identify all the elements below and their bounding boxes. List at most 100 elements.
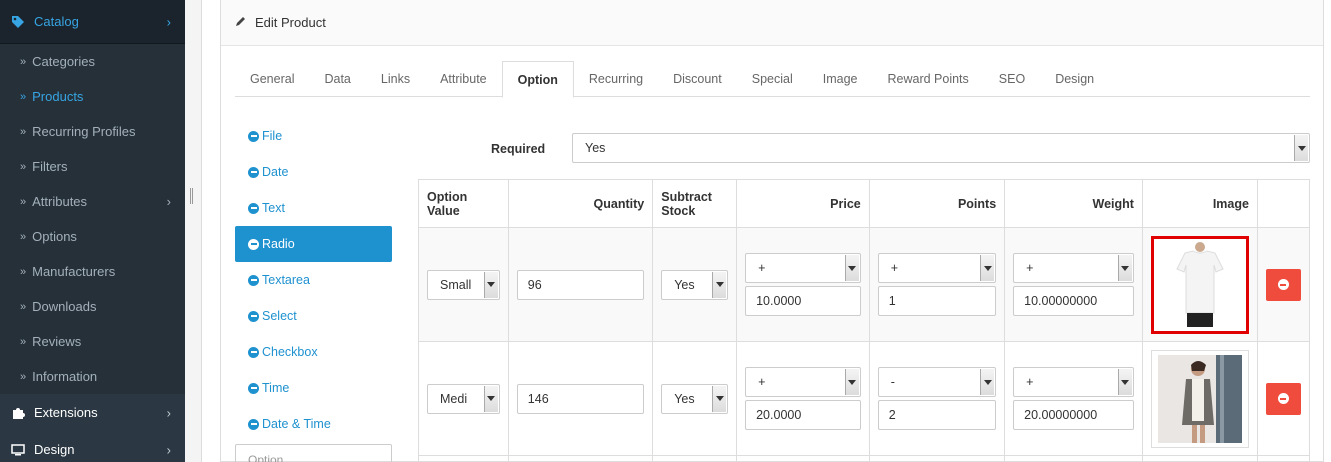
option-autocomplete-input[interactable]: Option bbox=[235, 444, 392, 462]
points-input[interactable]: 1 bbox=[877, 286, 997, 316]
minus-circle-icon[interactable] bbox=[248, 310, 259, 322]
weight-prefix-select[interactable]: + bbox=[1013, 253, 1134, 283]
chevron-right-icon: › bbox=[166, 194, 171, 209]
minus-circle-icon[interactable] bbox=[248, 418, 259, 430]
points-prefix-select[interactable]: + bbox=[877, 253, 997, 283]
required-label: Required bbox=[491, 142, 546, 156]
price-prefix-select[interactable]: + bbox=[745, 253, 861, 283]
option-item-label: Textarea bbox=[262, 273, 310, 287]
subtract-stock-select-value: Yes bbox=[674, 277, 695, 292]
sidebar-item-reviews[interactable]: » Reviews bbox=[0, 324, 185, 359]
minus-circle-icon[interactable] bbox=[248, 238, 259, 250]
option-item-select[interactable]: Select bbox=[235, 298, 392, 334]
sidebar-item-categories[interactable]: » Categories bbox=[0, 44, 185, 79]
tab-reward-points[interactable]: Reward Points bbox=[872, 61, 983, 97]
option-item-checkbox[interactable]: Checkbox bbox=[235, 334, 392, 370]
weight-prefix-select[interactable]: + bbox=[1013, 367, 1134, 397]
col-price: Price bbox=[736, 179, 870, 228]
minus-circle-icon bbox=[1277, 279, 1289, 290]
option-image-thumbnail[interactable] bbox=[1150, 349, 1249, 448]
minus-circle-icon[interactable] bbox=[248, 166, 259, 178]
subtract-stock-select[interactable]: Yes bbox=[661, 383, 729, 414]
option-value-select[interactable]: Small bbox=[427, 269, 500, 300]
remove-row-button[interactable] bbox=[1265, 382, 1301, 415]
option-item-text[interactable]: Text bbox=[235, 190, 392, 226]
option-item-radio[interactable]: Radio bbox=[235, 226, 392, 262]
subtract-stock-select-value: Yes bbox=[674, 391, 695, 406]
panel-heading: Edit Product bbox=[221, 0, 1323, 46]
quantity-input[interactable]: 96 bbox=[516, 269, 645, 300]
sidebar-item-options[interactable]: » Options bbox=[0, 219, 185, 254]
weight-input[interactable]: 10.00000000 bbox=[1013, 286, 1134, 316]
option-list: File Date Text Radio Textarea Select Che… bbox=[235, 118, 392, 462]
sidebar-item-information[interactable]: » Information bbox=[0, 359, 185, 394]
tab-links[interactable]: Links bbox=[366, 61, 425, 97]
minus-circle-icon[interactable] bbox=[248, 382, 259, 394]
double-arrow-icon: » bbox=[20, 335, 27, 348]
sidebar-item-label: Reviews bbox=[32, 334, 82, 349]
table-row bbox=[418, 455, 1311, 462]
remove-row-button[interactable] bbox=[1265, 268, 1301, 301]
col-weight: Weight bbox=[1004, 179, 1143, 228]
points-prefix-select-value: + bbox=[890, 261, 899, 275]
double-arrow-icon: » bbox=[20, 55, 27, 68]
option-value-table: Option Value Quantity Subtract Stock Pri… bbox=[418, 179, 1311, 462]
sidebar-item-manufacturers[interactable]: » Manufacturers bbox=[0, 254, 185, 289]
option-item-label: Time bbox=[262, 381, 290, 395]
nav-design[interactable]: Design › bbox=[0, 431, 185, 462]
option-item-date-time[interactable]: Date & Time bbox=[235, 406, 392, 442]
points-prefix-select[interactable]: - bbox=[877, 367, 997, 397]
quantity-input[interactable]: 146 bbox=[516, 383, 645, 414]
option-item-date[interactable]: Date bbox=[235, 154, 392, 190]
double-arrow-icon: » bbox=[20, 370, 27, 383]
sidebar-item-label: Recurring Profiles bbox=[32, 124, 136, 139]
minus-circle-icon[interactable] bbox=[248, 346, 259, 358]
nav-catalog[interactable]: Catalog › bbox=[0, 0, 185, 44]
tab-special[interactable]: Special bbox=[737, 61, 808, 97]
minus-circle-icon[interactable] bbox=[248, 274, 259, 286]
required-select[interactable]: Yes bbox=[572, 133, 1310, 163]
nav-design-label: Design bbox=[34, 442, 75, 457]
tab-general[interactable]: General bbox=[235, 61, 309, 97]
tab-attribute[interactable]: Attribute bbox=[425, 61, 502, 97]
dropdown-arrow-icon bbox=[1117, 369, 1132, 395]
price-prefix-select[interactable]: + bbox=[745, 367, 861, 397]
tab-option[interactable]: Option bbox=[501, 61, 574, 98]
tag-icon bbox=[10, 15, 26, 29]
option-item-file[interactable]: File bbox=[235, 118, 392, 154]
sidebar-resize-gutter[interactable] bbox=[185, 0, 202, 462]
dropdown-arrow-icon bbox=[712, 385, 727, 412]
sidebar-item-products[interactable]: » Products bbox=[0, 79, 185, 114]
minus-circle-icon[interactable] bbox=[248, 130, 259, 142]
option-item-textarea[interactable]: Textarea bbox=[235, 262, 392, 298]
grip-icon bbox=[190, 188, 193, 204]
tab-discount[interactable]: Discount bbox=[658, 61, 737, 97]
tab-design[interactable]: Design bbox=[1040, 61, 1109, 97]
tab-recurring[interactable]: Recurring bbox=[574, 61, 658, 97]
table-row: Medi 146 Yes + 20.0000 - 2 + 20.00000000 bbox=[418, 341, 1311, 456]
weight-input[interactable]: 20.00000000 bbox=[1013, 400, 1134, 430]
price-input[interactable]: 20.0000 bbox=[745, 400, 861, 430]
page-title: Edit Product bbox=[255, 15, 326, 30]
chevron-right-icon: › bbox=[166, 405, 171, 420]
subtract-stock-select[interactable]: Yes bbox=[661, 269, 729, 300]
double-arrow-icon: » bbox=[20, 125, 27, 138]
price-input[interactable]: 10.0000 bbox=[745, 286, 861, 316]
nav-extensions[interactable]: Extensions › bbox=[0, 394, 185, 431]
points-input[interactable]: 2 bbox=[877, 400, 997, 430]
sidebar-item-attributes[interactable]: » Attributes › bbox=[0, 184, 185, 219]
option-value-select-value: Medi bbox=[440, 391, 468, 406]
option-item-time[interactable]: Time bbox=[235, 370, 392, 406]
tab-data[interactable]: Data bbox=[309, 61, 365, 97]
price-prefix-select-value: + bbox=[758, 375, 766, 389]
option-value-select[interactable]: Medi bbox=[427, 383, 500, 414]
tab-seo[interactable]: SEO bbox=[984, 61, 1040, 97]
sidebar-item-filters[interactable]: » Filters bbox=[0, 149, 185, 184]
sidebar-item-downloads[interactable]: » Downloads bbox=[0, 289, 185, 324]
points-prefix-select-value: - bbox=[890, 375, 895, 389]
sidebar-item-recurring-profiles[interactable]: » Recurring Profiles bbox=[0, 114, 185, 149]
minus-circle-icon[interactable] bbox=[248, 202, 259, 214]
sidebar-item-label: Manufacturers bbox=[32, 264, 116, 279]
option-image-thumbnail[interactable] bbox=[1150, 235, 1249, 334]
tab-image[interactable]: Image bbox=[808, 61, 873, 97]
